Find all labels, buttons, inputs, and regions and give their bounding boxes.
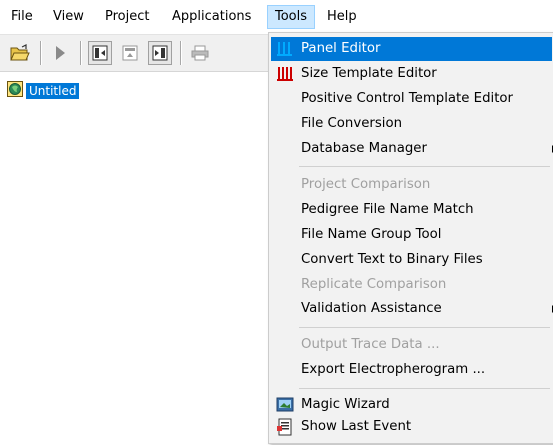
- menu-item-convert-text-to-binary[interactable]: Convert Text to Binary Files: [271, 248, 552, 272]
- project-globe-icon: [7, 81, 23, 101]
- tree-node-untitled[interactable]: Untitled: [7, 81, 80, 101]
- panel-right-icon[interactable]: [148, 41, 172, 65]
- open-folder-icon[interactable]: [8, 41, 32, 65]
- menu-item-panel-editor[interactable]: Panel Editor: [271, 37, 552, 61]
- menu-item-validation-assistance[interactable]: Validation Assistance: [271, 297, 553, 321]
- menu-item-replicate-comparison: Replicate Comparison: [301, 277, 447, 292]
- menu-item-file-conversion[interactable]: File Conversion: [271, 112, 552, 136]
- menu-item-pedigree-file-name-match[interactable]: Pedigree File Name Match: [271, 198, 552, 222]
- menu-item-magic-wizard[interactable]: Magic Wizard: [271, 393, 552, 417]
- tree-node-label: Untitled: [26, 83, 80, 99]
- menu-applications[interactable]: Applications: [165, 6, 258, 28]
- menu-separator: [299, 327, 550, 328]
- size-template-icon: [276, 65, 294, 83]
- menu-project[interactable]: Project: [98, 6, 156, 28]
- project-tree: Untitled: [0, 73, 270, 434]
- menu-item-file-name-group-tool[interactable]: File Name Group Tool: [271, 223, 552, 247]
- menu-separator: [299, 388, 550, 389]
- menu-item-output-trace-data: Output Trace Data ...: [301, 337, 440, 352]
- magic-wizard-icon: [276, 396, 294, 414]
- menu-bar: File View Project Applications Tools Hel…: [0, 0, 553, 34]
- menu-help[interactable]: Help: [320, 6, 364, 28]
- menu-item-database-manager[interactable]: Database Manager: [271, 137, 553, 161]
- menu-item-positive-control-template-editor[interactable]: Positive Control Template Editor: [271, 87, 552, 111]
- show-last-event-icon: [276, 418, 294, 436]
- menu-tools[interactable]: Tools: [267, 5, 316, 29]
- menu-item-export-electropherogram[interactable]: Export Electropherogram ...: [271, 358, 552, 382]
- menu-file[interactable]: File: [4, 6, 40, 28]
- menu-view[interactable]: View: [46, 6, 91, 28]
- panel-left-icon[interactable]: [88, 41, 112, 65]
- play-icon[interactable]: [48, 41, 72, 65]
- print-icon[interactable]: [188, 41, 212, 65]
- menu-item-show-last-event[interactable]: Show Last Event: [271, 415, 552, 439]
- menu-item-project-comparison: Project Comparison: [301, 177, 431, 192]
- panel-editor-icon: [276, 40, 294, 58]
- toolbar: [0, 34, 270, 72]
- menu-item-size-template-editor[interactable]: Size Template Editor: [271, 62, 552, 86]
- tools-dropdown-menu: Panel Editor Size Template Editor Positi…: [268, 32, 553, 444]
- menu-separator: [299, 166, 550, 167]
- panel-top-icon[interactable]: [118, 41, 142, 65]
